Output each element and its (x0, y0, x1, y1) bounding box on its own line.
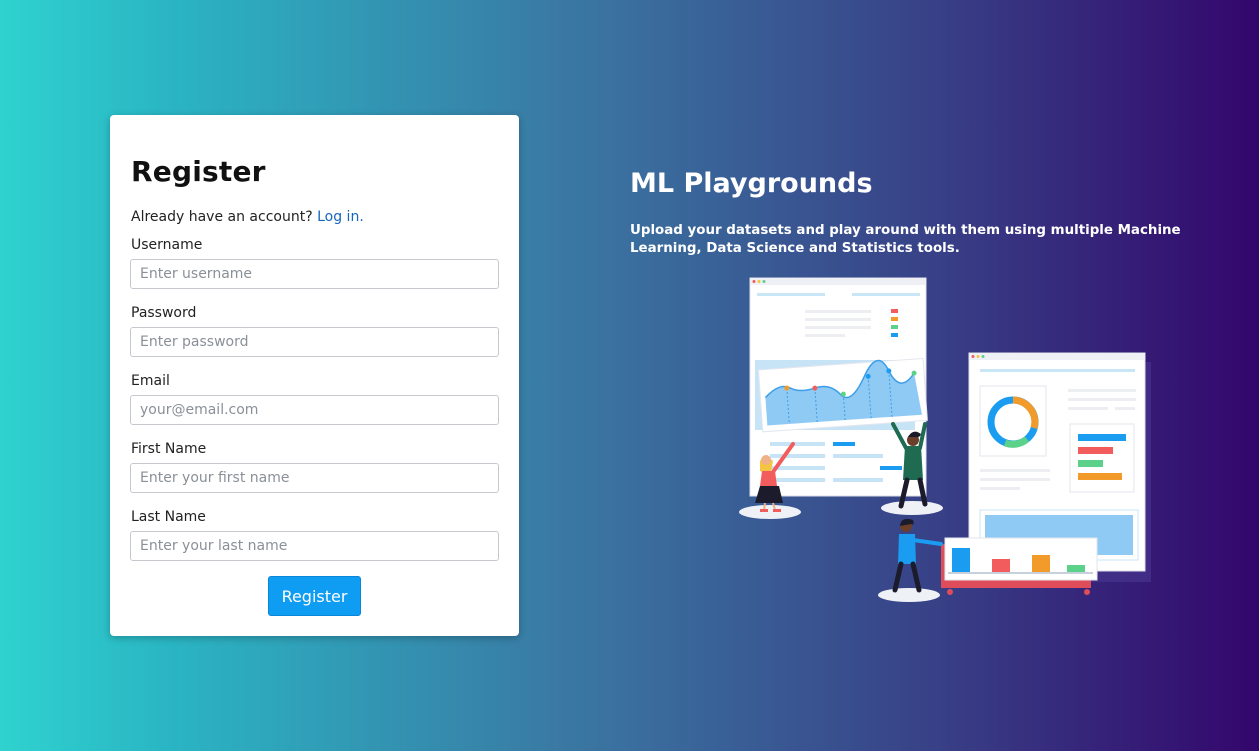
person-bottom (892, 518, 943, 593)
register-title: Register (131, 155, 266, 188)
last-name-label: Last Name (131, 509, 206, 525)
first-name-label: First Name (131, 441, 207, 457)
email-label: Email (131, 373, 170, 389)
password-label: Password (131, 305, 197, 321)
login-link[interactable]: Log in. (317, 209, 364, 225)
register-button[interactable]: Register (268, 576, 361, 616)
username-input[interactable] (130, 259, 499, 289)
team-analyzing-charts-illustration (739, 277, 1151, 602)
password-input[interactable] (130, 327, 499, 357)
last-name-input[interactable] (130, 531, 499, 561)
hero-title: ML Playgrounds (630, 168, 873, 199)
register-card: Register Already have an account? Log in… (110, 115, 519, 636)
username-label: Username (131, 237, 203, 253)
login-prompt-text: Already have an account? (131, 209, 313, 225)
email-input[interactable] (130, 395, 499, 425)
hero-subtitle: Upload your datasets and play around wit… (630, 223, 1181, 256)
first-name-input[interactable] (130, 463, 499, 493)
login-prompt-line: Already have an account? Log in. (131, 209, 364, 225)
area-chart-card (757, 357, 928, 433)
bar-chart-board (941, 537, 1098, 595)
